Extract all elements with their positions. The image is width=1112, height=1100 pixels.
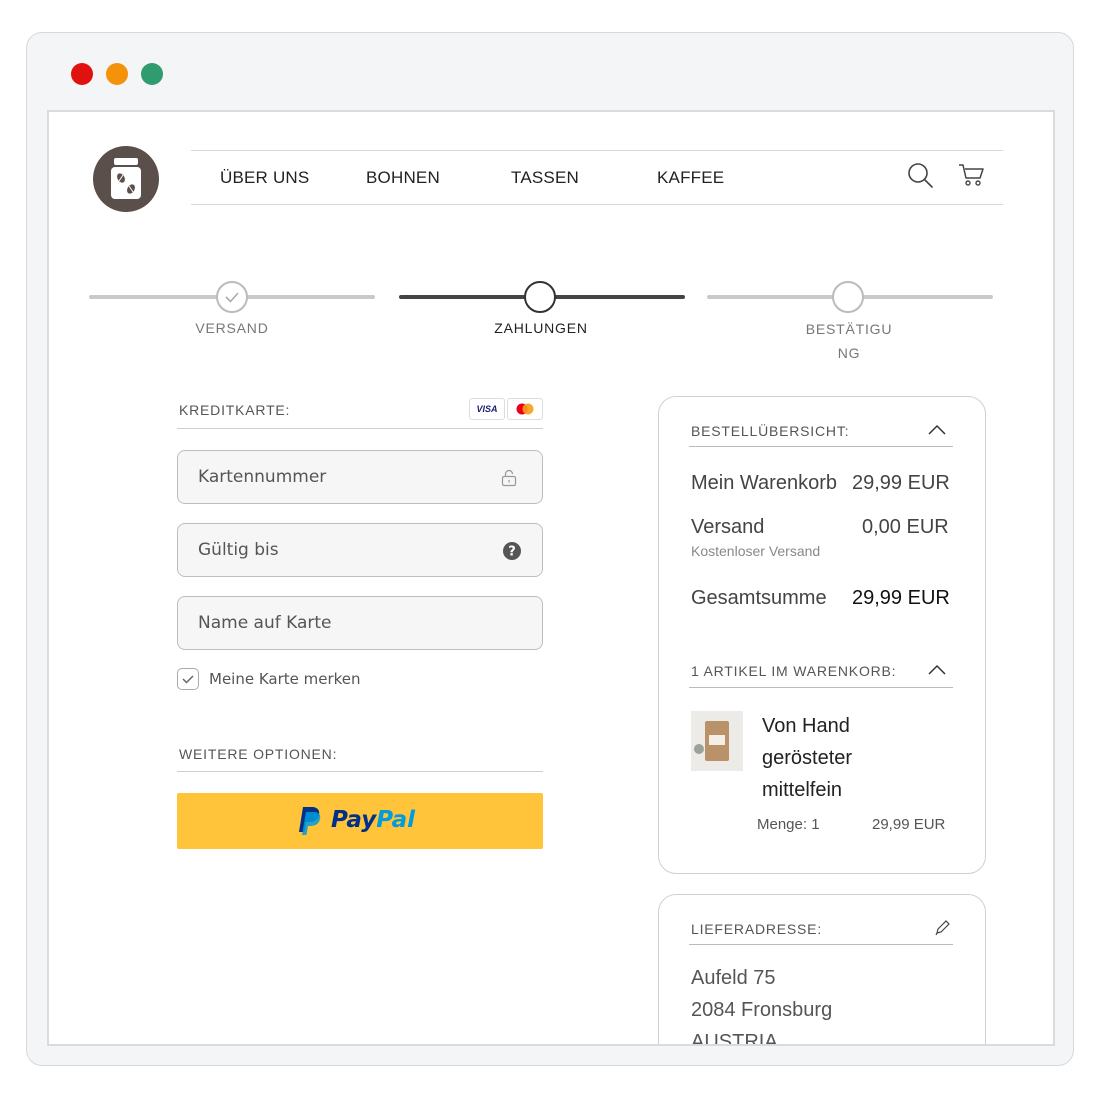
card-number-field[interactable]	[177, 450, 543, 504]
cart-subtotal-value: 29,99 EUR	[852, 472, 950, 494]
card-number-input[interactable]	[178, 451, 542, 503]
lock-icon	[501, 469, 517, 487]
address-line-3: AUSTRIA	[691, 1031, 778, 1046]
browser-window: ÜBER UNS BOHNEN TASSEN KAFFEE VERSAND ZA…	[26, 32, 1074, 1066]
step-circle-versand[interactable]	[216, 281, 248, 313]
order-summary-card: BESTELLÜBERSICHT: Mein Warenkorb 29,99 E…	[658, 396, 986, 874]
mastercard-badge	[507, 398, 543, 420]
step-circle-bestaetigung[interactable]	[832, 281, 864, 313]
step-label-zahlungen: ZAHLUNGEN	[494, 320, 588, 336]
paypal-logo-text: PayPal	[331, 807, 415, 833]
product-name[interactable]: Von Hand gerösteter mittelfein	[762, 710, 882, 806]
pencil-icon[interactable]	[933, 919, 951, 937]
nav-item-kaffee[interactable]: KAFFEE	[657, 168, 724, 188]
creditcard-divider	[177, 428, 543, 429]
check-icon	[225, 292, 239, 303]
minimize-window-button[interactable]	[106, 63, 128, 85]
cart-items-title: 1 ARTIKEL IM WARENKORB:	[691, 663, 897, 679]
product-quantity: Menge: 1	[757, 816, 820, 833]
paypal-button[interactable]: PayPal	[177, 793, 543, 849]
step-label-versand: VERSAND	[195, 320, 269, 336]
chevron-up-icon[interactable]	[927, 423, 947, 437]
chevron-up-icon[interactable]	[927, 663, 947, 677]
page-viewport: ÜBER UNS BOHNEN TASSEN KAFFEE VERSAND ZA…	[47, 110, 1055, 1046]
step-circle-zahlungen[interactable]	[524, 281, 556, 313]
coffee-jar-logo[interactable]	[93, 146, 159, 212]
search-icon[interactable]	[907, 162, 935, 195]
nav-item-tassen[interactable]: TASSEN	[511, 168, 579, 188]
close-window-button[interactable]	[71, 63, 93, 85]
help-icon[interactable]: ?	[502, 541, 522, 561]
remember-card-label[interactable]: Meine Karte merken	[209, 670, 361, 688]
summary-divider	[689, 446, 953, 447]
remember-card-checkbox[interactable]	[177, 668, 199, 690]
address-line-1: Aufeld 75	[691, 967, 776, 989]
summary-title: BESTELLÜBERSICHT:	[691, 423, 850, 439]
shipping-value: 0,00 EUR	[862, 516, 949, 538]
address-divider	[689, 944, 953, 945]
nav-item-bohnen[interactable]: BOHNEN	[366, 168, 440, 188]
total-value: 29,99 EUR	[852, 587, 950, 609]
expiry-field[interactable]: ?	[177, 523, 543, 577]
total-label: Gesamtsumme	[691, 587, 827, 609]
delivery-address-card: LIEFERADRESSE: Aufeld 75 2084 Fronsburg …	[658, 894, 986, 1046]
check-icon	[182, 675, 194, 684]
visa-badge: VISA	[469, 398, 505, 420]
address-title: LIEFERADRESSE:	[691, 921, 823, 937]
cart-subtotal-label: Mein Warenkorb	[691, 472, 837, 494]
svg-text:?: ?	[508, 545, 516, 560]
product-thumbnail[interactable]	[691, 711, 743, 771]
maximize-window-button[interactable]	[141, 63, 163, 85]
cardholder-name-input[interactable]	[178, 597, 542, 649]
cardholder-name-field[interactable]	[177, 596, 543, 650]
more-options-divider	[177, 771, 543, 772]
creditcard-label: KREDITKARTE:	[179, 402, 291, 418]
expiry-input[interactable]	[178, 524, 542, 576]
step-label-bestaetigung: BESTÄTIGU NG	[805, 321, 893, 361]
product-price: 29,99 EUR	[872, 816, 946, 833]
paypal-icon	[297, 805, 323, 842]
nav-bottom-divider	[191, 204, 1003, 205]
nav-item-ueber-uns[interactable]: ÜBER UNS	[220, 168, 309, 188]
address-line-2: 2084 Fronsburg	[691, 999, 833, 1021]
nav-top-divider	[191, 150, 1003, 151]
more-options-label: WEITERE OPTIONEN:	[179, 746, 338, 762]
cart-icon[interactable]	[957, 162, 985, 193]
shipping-note: Kostenloser Versand	[691, 543, 821, 559]
cart-items-divider	[689, 687, 953, 688]
shipping-label: Versand	[691, 516, 765, 538]
